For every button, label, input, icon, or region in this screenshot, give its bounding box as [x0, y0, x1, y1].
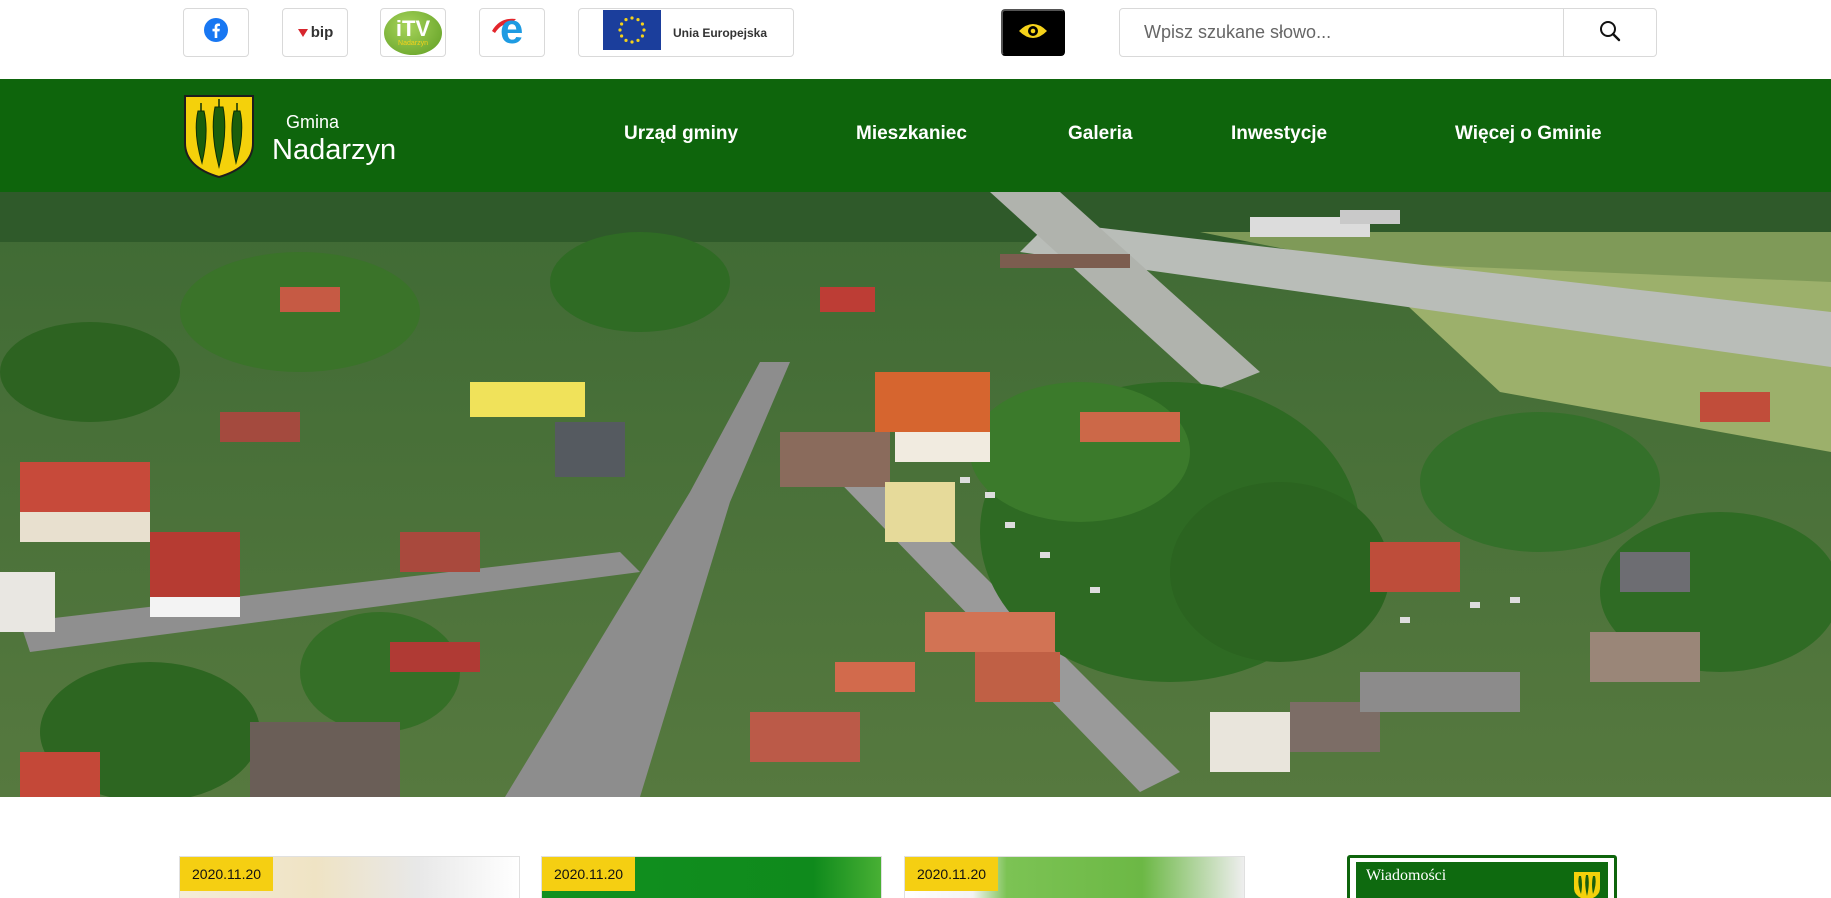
facebook-icon	[203, 17, 229, 48]
promo-banner-inner: Wiadomości	[1356, 862, 1608, 898]
search-icon	[1599, 20, 1621, 45]
eu-label: Unia Europejska	[673, 25, 768, 40]
nav-item-wiecej-o-gminie[interactable]: Więcej o Gminie	[1455, 123, 1602, 145]
contrast-toggle-button[interactable]	[1001, 9, 1065, 56]
news-card[interactable]: 2020.11.20	[541, 856, 882, 898]
itv-logo-icon: iTV Nadarzyn	[384, 10, 442, 55]
logo-text: Gmina Nadarzyn	[272, 111, 396, 167]
logo-small-text: Gmina	[286, 111, 340, 132]
nav-item-urzad-gminy[interactable]: Urząd gminy	[624, 123, 738, 145]
bip-link[interactable]: bip	[282, 8, 348, 57]
search-button[interactable]	[1563, 9, 1656, 56]
itv-sub-label: Nadarzyn	[398, 39, 428, 47]
eu-link[interactable]: Unia Europejska	[578, 8, 794, 57]
itv-link[interactable]: iTV Nadarzyn	[380, 8, 446, 57]
news-card[interactable]: 2020.11.20	[904, 856, 1245, 898]
itv-label: TV	[402, 15, 431, 41]
home-logo-link[interactable]: Gmina Nadarzyn	[182, 93, 396, 184]
news-card-date: 2020.11.20	[905, 857, 999, 891]
facebook-link[interactable]	[183, 8, 249, 57]
search-box	[1119, 8, 1657, 57]
nav-item-mieszkaniec[interactable]: Mieszkaniec	[856, 123, 967, 145]
coat-of-arms-icon	[182, 93, 256, 184]
e-service-link[interactable]: e	[479, 6, 545, 57]
news-card-date: 2020.11.20	[180, 857, 274, 891]
bip-label: bip	[310, 24, 334, 41]
bip-logo-icon: bip	[297, 24, 334, 41]
hero-aerial-photo	[0, 192, 1831, 797]
nav-item-galeria[interactable]: Galeria	[1068, 123, 1132, 145]
news-card[interactable]: 2020.11.20	[179, 856, 520, 898]
e-logo-icon: e	[486, 6, 538, 53]
main-navbar: Gmina Nadarzyn Urząd gminy Mieszkaniec G…	[0, 79, 1831, 192]
promo-label: Wiadomości	[1366, 867, 1447, 884]
e-label: e	[500, 4, 524, 52]
logo-big-text: Nadarzyn	[272, 133, 397, 166]
eye-icon	[1018, 22, 1048, 43]
wiadomosci-promo-banner[interactable]: Wiadomości	[1347, 855, 1617, 898]
nav-item-inwestycje[interactable]: Inwestycje	[1231, 123, 1327, 145]
news-card-date: 2020.11.20	[542, 857, 636, 891]
search-input[interactable]	[1120, 9, 1563, 56]
eu-flag-icon	[603, 10, 661, 55]
top-utility-bar: bip iTV Nadarzyn e Unia Europejska Wpisz…	[0, 0, 1831, 79]
coat-of-arms-small-icon	[1572, 870, 1602, 898]
